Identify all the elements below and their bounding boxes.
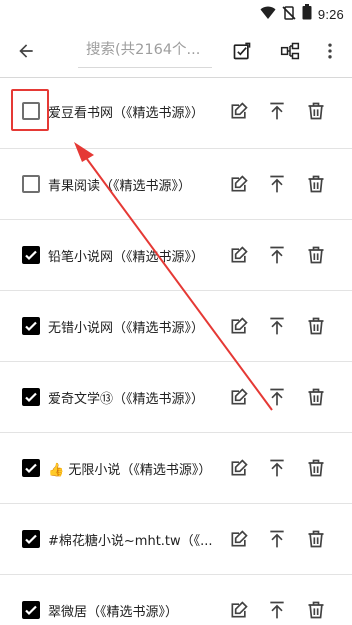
edit-icon xyxy=(231,601,248,618)
move-to-top-button[interactable] xyxy=(266,173,288,195)
delete-button[interactable] xyxy=(305,244,327,266)
source-name: 青果阅读（《精选书源》） xyxy=(48,179,192,194)
delete-icon xyxy=(308,459,324,477)
move-to-top-icon xyxy=(270,175,284,193)
edit-button[interactable] xyxy=(228,599,250,621)
move-to-top-button[interactable] xyxy=(266,457,288,479)
delete-icon xyxy=(308,530,324,548)
edit-button[interactable] xyxy=(228,386,250,408)
checkbox-checked[interactable] xyxy=(22,530,40,548)
delete-button[interactable] xyxy=(305,173,327,195)
source-row[interactable]: 翠微居（《精选书源》） xyxy=(0,575,352,625)
source-row[interactable]: 青果阅读（《精选书源》） xyxy=(0,149,352,220)
delete-icon xyxy=(308,102,324,120)
move-to-top-icon xyxy=(270,388,284,406)
delete-icon xyxy=(308,246,324,264)
checkbox-unchecked[interactable] xyxy=(22,175,40,193)
checkbox-checked[interactable] xyxy=(22,388,40,406)
delete-icon xyxy=(308,175,324,193)
wifi-icon xyxy=(260,5,276,24)
move-to-top-button[interactable] xyxy=(266,599,288,621)
toolbar xyxy=(0,24,352,78)
checkbox-checked[interactable] xyxy=(22,601,40,619)
source-name: #棉花糖小说~mht.tw（《... xyxy=(48,534,213,549)
move-to-top-button[interactable] xyxy=(266,315,288,337)
back-button[interactable] xyxy=(14,39,38,63)
status-bar: 9:26 xyxy=(0,0,352,24)
group-icon xyxy=(280,42,300,60)
checkbox-unchecked[interactable] xyxy=(22,102,40,120)
edit-button[interactable] xyxy=(228,173,250,195)
edit-button[interactable] xyxy=(228,315,250,337)
group-button[interactable] xyxy=(278,39,302,63)
source-name: 无错小说网（《精选书源》） xyxy=(48,321,205,336)
select-all-button[interactable] xyxy=(230,39,254,63)
edit-icon xyxy=(231,459,248,476)
move-to-top-button[interactable] xyxy=(266,100,288,122)
source-row[interactable]: 爱奇文学⑬（《精选书源》） xyxy=(0,362,352,433)
move-to-top-icon xyxy=(270,246,284,264)
more-options-button[interactable] xyxy=(318,39,342,63)
source-row[interactable]: #棉花糖小说~mht.tw（《... xyxy=(0,504,352,575)
edit-button[interactable] xyxy=(228,528,250,550)
delete-button[interactable] xyxy=(305,100,327,122)
move-to-top-icon xyxy=(270,459,284,477)
move-to-top-button[interactable] xyxy=(266,386,288,408)
source-row[interactable]: 爱豆看书网（《精选书源》） xyxy=(0,78,352,149)
source-list: 爱豆看书网（《精选书源》） 青果阅读（《精选书源》） 铅笔小说网（《精选书源》） 无错… xyxy=(0,78,352,625)
source-row[interactable]: 👍 无限小说（《精选书源》） xyxy=(0,433,352,504)
search-box[interactable] xyxy=(78,34,212,68)
source-name: 👍 无限小说（《精选书源》） xyxy=(48,463,212,478)
battery-icon xyxy=(302,4,312,24)
delete-icon xyxy=(308,388,324,406)
source-name: 爱奇文学⑬（《精选书源》） xyxy=(48,392,205,407)
delete-button[interactable] xyxy=(305,457,327,479)
edit-button[interactable] xyxy=(228,457,250,479)
source-row[interactable]: 铅笔小说网（《精选书源》） xyxy=(0,220,352,291)
move-to-top-icon xyxy=(270,317,284,335)
arrow-left-icon xyxy=(19,44,33,58)
delete-button[interactable] xyxy=(305,599,327,621)
source-name: 铅笔小说网（《精选书源》） xyxy=(48,250,205,265)
edit-check-icon xyxy=(233,42,251,60)
edit-icon xyxy=(231,102,248,119)
checkbox-checked[interactable] xyxy=(22,459,40,477)
edit-icon xyxy=(231,175,248,192)
search-input[interactable] xyxy=(78,34,212,66)
edit-icon xyxy=(231,246,248,263)
delete-button[interactable] xyxy=(305,315,327,337)
edit-button[interactable] xyxy=(228,100,250,122)
move-to-top-button[interactable] xyxy=(266,244,288,266)
edit-icon xyxy=(231,530,248,547)
checkbox-checked[interactable] xyxy=(22,246,40,264)
status-icons: 9:26 xyxy=(260,4,344,24)
source-name: 爱豆看书网（《精选书源》） xyxy=(48,106,205,121)
move-to-top-icon xyxy=(270,601,284,619)
more-vert-icon xyxy=(328,43,332,59)
edit-icon xyxy=(231,388,248,405)
status-time: 9:26 xyxy=(317,6,344,22)
move-to-top-icon xyxy=(270,102,284,120)
edit-button[interactable] xyxy=(228,244,250,266)
delete-icon xyxy=(308,601,324,619)
move-to-top-button[interactable] xyxy=(266,528,288,550)
delete-icon xyxy=(308,317,324,335)
source-row[interactable]: 无错小说网（《精选书源》） xyxy=(0,291,352,362)
source-name: 翠微居（《精选书源》） xyxy=(48,605,179,620)
checkbox-checked[interactable] xyxy=(22,317,40,335)
no-sim-icon xyxy=(282,5,296,24)
delete-button[interactable] xyxy=(305,386,327,408)
edit-icon xyxy=(231,317,248,334)
delete-button[interactable] xyxy=(305,528,327,550)
move-to-top-icon xyxy=(270,530,284,548)
